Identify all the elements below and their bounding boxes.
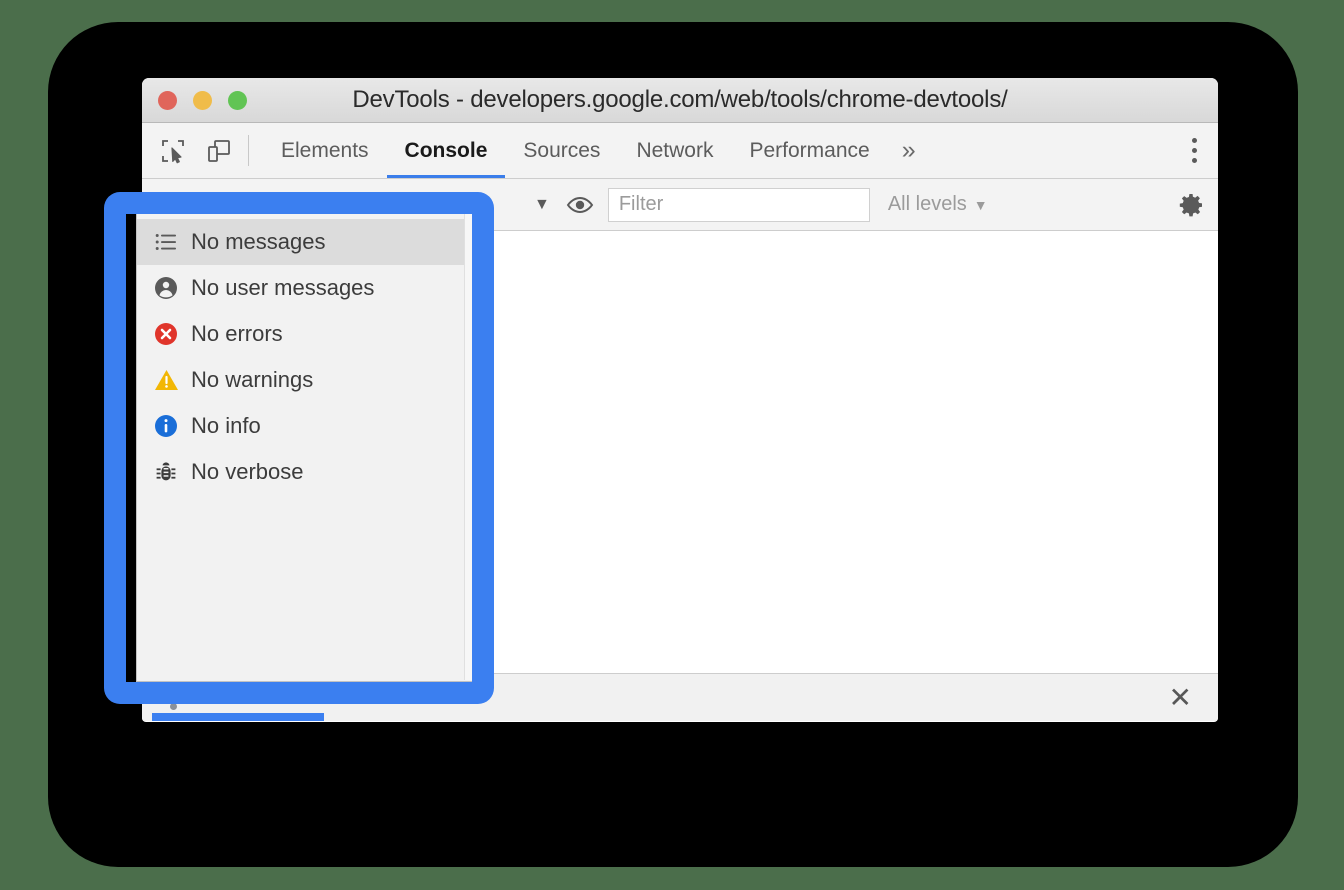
tab-list: Elements Console Sources Network Perform…	[249, 123, 930, 178]
devtools-tabbar: Elements Console Sources Network Perform…	[142, 123, 1218, 179]
window-title: DevTools - developers.google.com/web/too…	[352, 86, 1008, 113]
menu-item-no-verbose[interactable]: No verbose	[137, 449, 475, 495]
error-icon	[153, 321, 179, 347]
menu-item-label: No messages	[191, 229, 326, 254]
maximize-window-button[interactable]	[228, 90, 247, 110]
tab-elements[interactable]: Elements	[263, 123, 387, 178]
more-tabs-icon[interactable]: »	[888, 123, 930, 178]
log-level-label: All levels	[887, 193, 967, 215]
warning-icon	[153, 367, 179, 393]
window-titlebar: DevTools - developers.google.com/web/too…	[142, 78, 1218, 123]
menu-item-label: No info	[191, 413, 261, 438]
close-icon[interactable]: ✕	[1169, 683, 1192, 712]
inspect-element-icon[interactable]	[158, 136, 188, 166]
kebab-menu-icon[interactable]	[1170, 123, 1218, 178]
tab-performance[interactable]: Performance	[731, 123, 887, 178]
menu-item-no-info[interactable]: No info	[137, 403, 475, 449]
menu-item-no-errors[interactable]: No errors	[137, 311, 475, 357]
close-window-button[interactable]	[158, 90, 177, 110]
log-level-dropdown[interactable]: All levels ▼	[888, 193, 988, 216]
tab-sources[interactable]: Sources	[505, 123, 618, 178]
menu-item-no-messages[interactable]: No messages	[137, 219, 475, 265]
tabbar-right-group	[1169, 123, 1218, 178]
person-icon	[153, 275, 179, 301]
tab-console[interactable]: Console	[386, 123, 506, 178]
list-icon	[153, 229, 179, 255]
chevron-down-icon: ▼	[973, 196, 988, 213]
menu-item-label: No warnings	[191, 367, 314, 392]
traffic-lights	[158, 90, 247, 110]
info-icon	[153, 413, 179, 439]
console-sidebar-menu: No messages No user messages No errors N…	[136, 212, 476, 682]
menu-item-no-user-messages[interactable]: No user messages	[137, 265, 475, 311]
tabbar-icon-group	[142, 123, 248, 178]
filter-input[interactable]: Filter	[607, 187, 870, 222]
bottom-marker-dot	[170, 703, 177, 710]
menu-item-label: No verbose	[191, 459, 304, 484]
dropdown-scrollbar[interactable]	[464, 214, 474, 680]
gear-icon[interactable]	[1164, 179, 1218, 230]
menu-item-label: No errors	[191, 321, 283, 346]
bottom-progress-bar	[152, 713, 324, 721]
menu-item-no-warnings[interactable]: No warnings	[137, 357, 475, 403]
chevron-down-icon[interactable]: ▼	[524, 196, 560, 214]
tab-network[interactable]: Network	[618, 123, 731, 178]
menu-item-label: No user messages	[191, 275, 375, 300]
eye-icon[interactable]	[561, 186, 599, 224]
minimize-window-button[interactable]	[193, 90, 212, 110]
console-toolbar-right	[1163, 179, 1218, 230]
bug-icon	[153, 459, 179, 485]
device-toolbar-icon[interactable]	[204, 136, 234, 166]
